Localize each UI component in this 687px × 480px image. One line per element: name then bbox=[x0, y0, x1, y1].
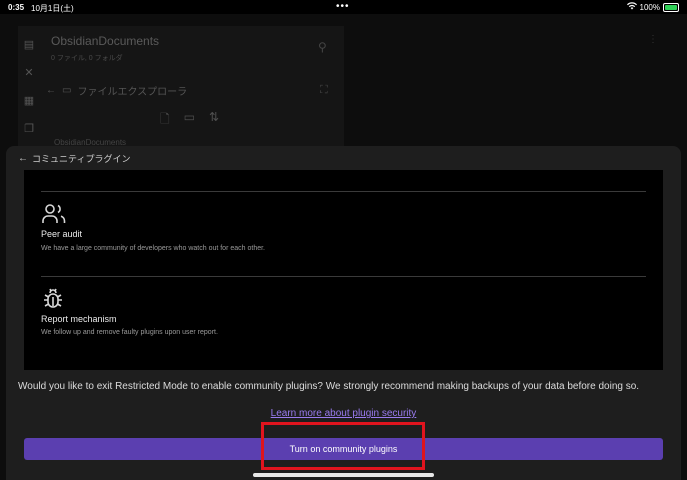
divider bbox=[41, 276, 646, 277]
modal-header: ← コミュニティプラグイン bbox=[6, 146, 681, 170]
feature-title-peer-audit: Peer audit bbox=[41, 229, 83, 239]
battery-percent: 100% bbox=[639, 2, 660, 12]
file-explorer-icon: ▤ bbox=[23, 39, 35, 51]
sort-icon: ⇅ bbox=[209, 110, 220, 124]
copy-icon: ❐ bbox=[24, 123, 34, 135]
feature-desc-peer-audit: We have a large community of developers … bbox=[41, 245, 265, 252]
status-right: 100% bbox=[626, 2, 679, 12]
back-arrow-icon: ← bbox=[18, 153, 28, 164]
back-arrow-icon: ← bbox=[46, 85, 56, 96]
battery-icon bbox=[663, 2, 679, 12]
calendar-icon: ▦ bbox=[23, 95, 35, 107]
status-bar: 0:35 10月1日(土) ••• 100% bbox=[0, 0, 687, 14]
explorer-toolbar: 🗋 ▭ ⇅ bbox=[160, 110, 219, 131]
highlight-box bbox=[261, 422, 425, 470]
wifi-icon bbox=[626, 2, 637, 12]
graph-icon: ✕ bbox=[24, 67, 34, 79]
users-icon bbox=[42, 204, 66, 223]
feature-desc-report: We follow up and remove faulty plugins u… bbox=[41, 329, 218, 336]
divider bbox=[41, 191, 646, 192]
explorer-label: ファイルエクスプローラ bbox=[77, 87, 188, 98]
learn-more-link[interactable]: Learn more about plugin security bbox=[6, 408, 681, 419]
expand-icon: ⛶ bbox=[320, 84, 328, 96]
new-file-icon: 🗋 bbox=[160, 112, 170, 126]
security-info-panel: Peer audit We have a large community of … bbox=[24, 170, 663, 370]
home-indicator[interactable] bbox=[253, 473, 434, 477]
status-time: 0:35 bbox=[8, 3, 25, 12]
back-label: コミュニティプラグイン bbox=[32, 154, 131, 164]
multitasking-dots[interactable]: ••• bbox=[336, 1, 350, 12]
more-options-icon: ⋮ bbox=[648, 34, 658, 45]
community-plugins-modal: ← コミュニティプラグイン Peer audit We have a large… bbox=[6, 146, 681, 480]
explorer-header: ← ▭ ファイルエクスプローラ bbox=[46, 83, 187, 98]
status-date: 10月1日(土) bbox=[31, 4, 74, 13]
restricted-mode-question: Would you like to exit Restricted Mode t… bbox=[18, 381, 640, 392]
background-ribbon: ▤ ✕ ▦ ❐ bbox=[18, 26, 42, 166]
feature-title-report: Report mechanism bbox=[41, 314, 117, 324]
pin-icon: ⚲ bbox=[318, 40, 327, 54]
new-folder-icon: ▭ bbox=[183, 110, 195, 124]
vault-subtitle: 0 ファイル, 0 フォルダ bbox=[51, 55, 123, 62]
folder-icon: ▭ bbox=[62, 85, 72, 96]
vault-title: ObsidianDocuments bbox=[51, 34, 160, 48]
bug-icon bbox=[44, 288, 62, 308]
back-button[interactable]: ← コミュニティプラグイン bbox=[18, 152, 130, 165]
